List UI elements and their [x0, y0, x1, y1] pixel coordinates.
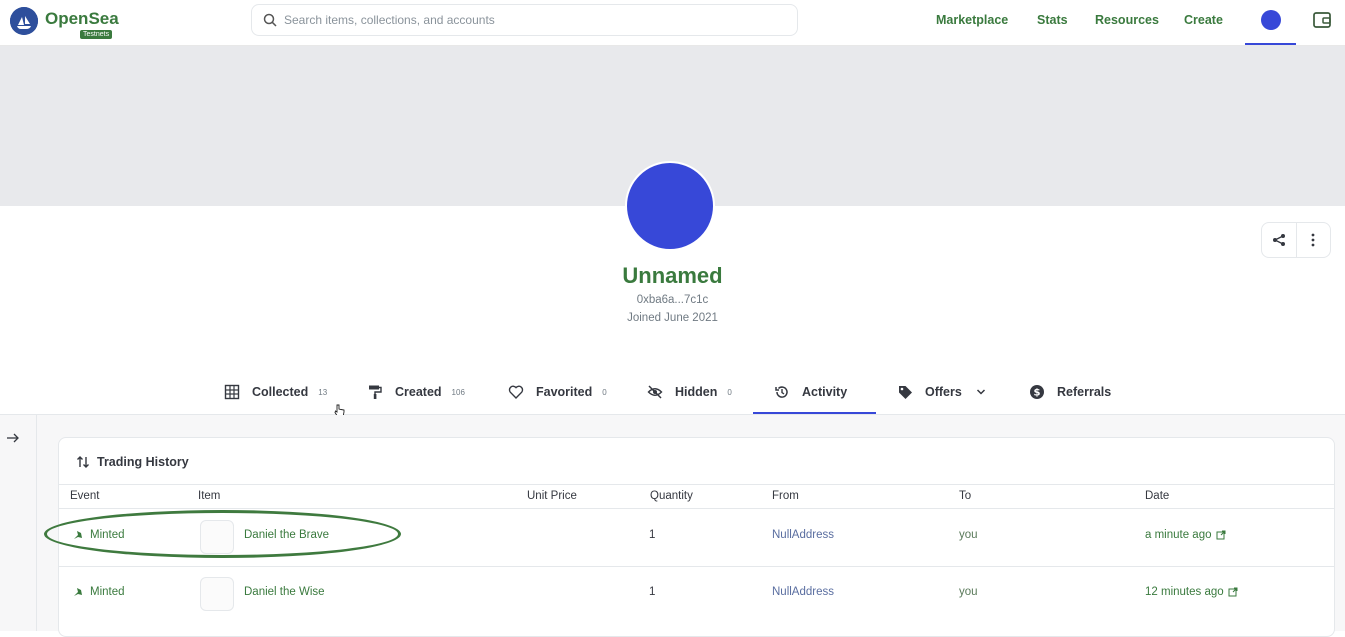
to-address-link[interactable]: you [959, 529, 978, 541]
tab-count: 0 [602, 387, 607, 397]
trading-history-title: Trading History [97, 455, 189, 469]
svg-text:$: $ [1034, 388, 1041, 399]
tab-activity[interactable]: Activity [774, 383, 847, 401]
heart-icon [508, 385, 524, 399]
tab-label: Referrals [1057, 385, 1112, 399]
eye-off-icon [647, 385, 663, 399]
tab-favorited[interactable]: Favorited 0 [508, 383, 607, 401]
tag-icon [899, 386, 912, 399]
row-divider [59, 508, 1334, 509]
trading-history-header[interactable]: Trading History [59, 438, 1334, 485]
external-link-icon [1216, 530, 1225, 540]
column-header-date: Date [1145, 490, 1170, 502]
row-divider [59, 566, 1334, 567]
top-nav: OpenSea Testnets Marketplace Stats Resou… [0, 0, 1345, 46]
search-input[interactable] [284, 11, 784, 29]
tab-referrals[interactable]: $ Referrals [1029, 383, 1111, 401]
column-header-from: From [772, 490, 799, 502]
column-header-item: Item [198, 490, 221, 502]
column-header-unit-price: Unit Price [527, 490, 577, 502]
tab-label: Hidden [675, 385, 718, 399]
tab-collected[interactable]: Collected 13 [224, 383, 327, 401]
tab-created[interactable]: Created 106 [367, 383, 465, 401]
search-icon [263, 13, 277, 27]
nav-create-link[interactable]: Create [1184, 13, 1223, 27]
date-link[interactable]: 12 minutes ago [1145, 586, 1238, 598]
item-thumbnail[interactable] [200, 577, 234, 611]
filter-sidebar-divider [36, 415, 37, 631]
tab-count: 13 [318, 387, 328, 397]
profile-name: Unnamed [622, 263, 723, 288]
date-link[interactable]: a minute ago [1145, 529, 1226, 541]
history-icon [775, 386, 788, 398]
item-name-link[interactable]: Daniel the Wise [244, 586, 325, 598]
profile-avatar-button[interactable] [1261, 10, 1281, 30]
tab-count: 0 [727, 387, 732, 397]
profile-avatar [625, 161, 715, 251]
event-label: Minted [90, 586, 125, 598]
column-header-event: Event [70, 490, 100, 502]
tab-offers[interactable]: Offers [897, 383, 986, 401]
tab-count: 106 [451, 387, 465, 397]
from-address-link[interactable]: NullAddress [772, 529, 834, 541]
grid-icon [224, 384, 240, 400]
testnet-badge: Testnets [80, 30, 113, 39]
wallet-address[interactable]: 0xba6a...7c1c [0, 294, 1345, 306]
date-text: a minute ago [1145, 529, 1212, 541]
nav-resources-link[interactable]: Resources [1095, 13, 1159, 27]
arrow-right-icon[interactable] [5, 430, 21, 446]
paint-roller-icon [369, 385, 382, 399]
column-header-to: To [959, 490, 972, 502]
tab-hidden[interactable]: Hidden 0 [647, 383, 732, 401]
mint-icon [74, 588, 82, 596]
more-options-button[interactable] [1295, 223, 1330, 257]
tab-label: Activity [802, 385, 848, 399]
sort-arrows-icon [77, 456, 89, 468]
dollar-icon: $ [1030, 385, 1044, 399]
tab-label: Favorited [536, 385, 593, 399]
date-text: 12 minutes ago [1145, 586, 1224, 598]
wallet-icon[interactable] [1312, 10, 1332, 30]
search-box[interactable] [251, 4, 798, 36]
tab-label: Offers [925, 385, 962, 399]
quantity-cell: 1 [649, 586, 656, 598]
quantity-cell: 1 [649, 529, 656, 541]
event-cell: Minted [72, 586, 125, 598]
joined-date: Joined June 2021 [627, 312, 718, 324]
profile-actions [1261, 222, 1331, 258]
from-address-link[interactable]: NullAddress [772, 586, 834, 598]
nav-active-underline [1245, 43, 1296, 45]
external-link-icon [1228, 587, 1238, 597]
nav-stats-link[interactable]: Stats [1037, 13, 1068, 27]
opensea-logo-icon[interactable] [10, 7, 38, 35]
brand-name[interactable]: OpenSea [45, 9, 119, 29]
to-address-link[interactable]: you [959, 586, 978, 598]
column-header-quantity: Quantity [650, 490, 693, 502]
annotation-ellipse [44, 510, 401, 558]
tab-label: Collected [252, 385, 309, 399]
share-icon [1272, 234, 1285, 246]
more-vertical-icon [1312, 233, 1315, 247]
nav-marketplace-link[interactable]: Marketplace [936, 13, 1008, 27]
share-button[interactable] [1262, 223, 1296, 257]
chevron-down-icon [976, 389, 985, 395]
tab-label: Created [395, 385, 442, 399]
